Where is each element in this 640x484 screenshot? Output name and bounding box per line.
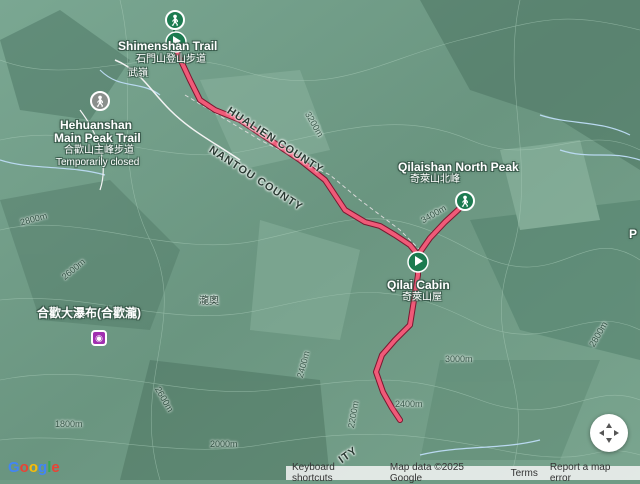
map-data-text: Map data ©2025 Google: [389, 462, 464, 484]
poi-title-cabin[interactable]: Qilai Cabin: [387, 279, 450, 291]
poi-title-hehuan[interactable]: Hehuanshan: [60, 119, 132, 131]
poi-title-qilaishan[interactable]: Qilaishan North Peak: [398, 161, 519, 173]
poi-title-edge: P: [629, 227, 638, 241]
keyboard-shortcuts-link[interactable]: Keyboard shortcuts: [286, 462, 384, 484]
poi-title-waterfall[interactable]: 合歡大瀑布(合歡瀧): [37, 307, 141, 319]
flag-icon[interactable]: [407, 251, 429, 273]
compass-icon[interactable]: [590, 414, 628, 452]
contour-label: 3000m: [445, 354, 473, 364]
poi-title-shimen[interactable]: Shimenshan Trail: [118, 40, 217, 52]
place-label-village: 瀧奧: [199, 296, 219, 307]
terrain-map[interactable]: [0, 0, 640, 480]
poi-sub-hehuan: 合歡山主峰步道: [64, 145, 134, 156]
report-error-link[interactable]: Report a map error: [544, 462, 640, 484]
poi-sub-qilaishan: 奇萊山北峰: [410, 174, 460, 185]
contour-label: 2000m: [210, 439, 238, 449]
contour-label: 1800m: [55, 419, 83, 429]
place-label-wuling: 武嶺: [128, 68, 148, 79]
map-footer: Keyboard shortcuts Map data ©2025 Google…: [286, 462, 640, 484]
poi-sub-cabin: 奇萊山屋: [402, 292, 442, 303]
poi-title-hehuan-2[interactable]: Main Peak Trail: [54, 132, 141, 144]
hiking-icon[interactable]: 🚶︎: [165, 10, 185, 30]
contour-label: 2400m: [395, 399, 423, 409]
poi-status-hehuan: Temporarily closed: [56, 157, 140, 168]
hiking-icon[interactable]: 🚶︎: [90, 91, 110, 111]
poi-sub-shimen: 石門山登山步道: [136, 54, 206, 65]
hiking-icon[interactable]: 🚶︎: [455, 191, 475, 211]
google-logo: Google: [8, 459, 60, 476]
camera-icon[interactable]: ◉: [91, 330, 107, 346]
terms-link[interactable]: Terms: [505, 468, 544, 479]
